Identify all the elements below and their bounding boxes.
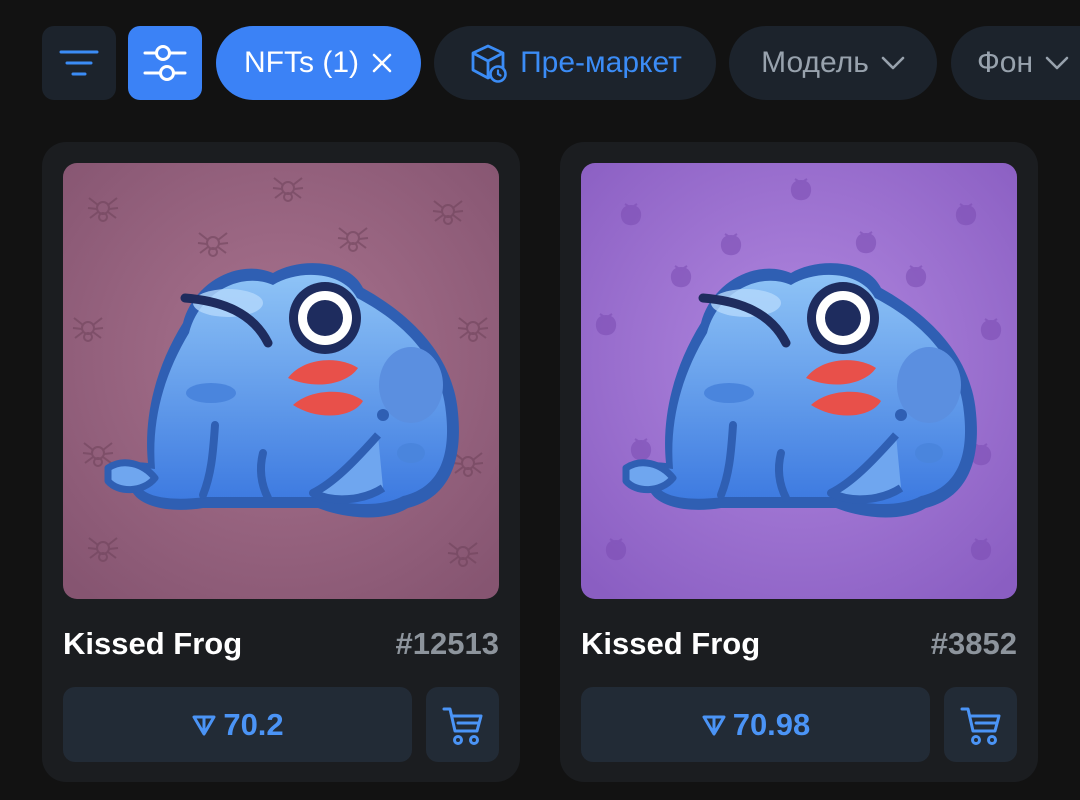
nft-image[interactable] — [63, 163, 499, 599]
nft-number: #3852 — [930, 626, 1017, 661]
nft-number: #12513 — [395, 626, 499, 661]
chevron-down-icon — [881, 56, 905, 70]
box-clock-icon — [471, 44, 507, 83]
sort-button[interactable] — [42, 26, 116, 100]
background-filter-label: Фон — [977, 46, 1034, 79]
filter-toolbar: NFTs (1) Пре-маркет Модель Фон — [0, 0, 1080, 130]
nft-card[interactable]: Kissed Frog #12513 70.2 — [42, 142, 520, 782]
buy-price-button[interactable]: 70.98 — [581, 687, 930, 762]
cart-icon — [442, 707, 482, 745]
close-icon[interactable] — [371, 52, 393, 74]
cart-icon — [960, 707, 1000, 745]
buy-price-button[interactable]: 70.2 — [63, 687, 412, 762]
sort-lines-icon — [59, 50, 99, 76]
model-filter-dropdown[interactable]: Модель — [729, 26, 937, 100]
price-value: 70.98 — [732, 706, 811, 742]
filter-settings-button[interactable] — [128, 26, 202, 100]
ton-icon — [192, 715, 216, 735]
nft-name: Kissed Frog — [63, 626, 243, 661]
background-filter-dropdown[interactable]: Фон — [951, 26, 1080, 100]
price-value: 70.2 — [223, 706, 284, 742]
chevron-down-icon — [1045, 56, 1069, 70]
model-filter-label: Модель — [761, 46, 869, 79]
nfts-filter-chip[interactable]: NFTs (1) — [216, 26, 421, 100]
add-to-cart-button[interactable] — [426, 687, 499, 762]
kissed-frog-image — [581, 163, 1017, 599]
sliders-icon — [143, 45, 187, 81]
kissed-frog-image — [63, 163, 499, 599]
add-to-cart-button[interactable] — [944, 687, 1017, 762]
nft-card[interactable]: Kissed Frog #3852 70.98 — [560, 142, 1038, 782]
ton-icon — [702, 715, 726, 735]
premarket-filter-label: Пре-маркет — [520, 46, 682, 79]
nft-image[interactable] — [581, 163, 1017, 599]
premarket-filter-chip[interactable]: Пре-маркет — [434, 26, 716, 100]
nfts-filter-label: NFTs (1) — [244, 46, 359, 79]
nft-name: Kissed Frog — [581, 626, 761, 661]
